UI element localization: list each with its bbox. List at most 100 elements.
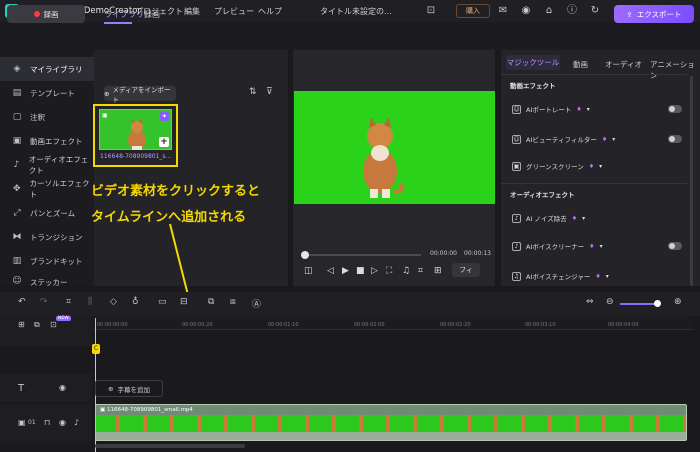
filter-icon[interactable]: ⊽ — [266, 87, 273, 97]
text-box-icon[interactable]: ⊟ — [180, 297, 188, 307]
tool-icon: ☺ — [512, 104, 521, 114]
step-forward-icon[interactable]: ▷ — [371, 266, 378, 276]
magic-tool-item[interactable]: ☺ AIポートレート ♦ ▾ — [512, 103, 590, 115]
split-icon[interactable]: ⫼ — [88, 297, 92, 307]
fit-dropdown[interactable]: フィ — [452, 263, 480, 277]
volume-icon[interactable]: ♫ — [402, 266, 410, 276]
play-icon[interactable]: ▶ — [342, 266, 349, 276]
undo-icon[interactable]: ↶ — [18, 297, 26, 307]
action-bar — [0, 22, 700, 50]
right-panel-scrollbar[interactable] — [690, 76, 693, 286]
zoom-in-icon[interactable]: ⊕ — [674, 297, 682, 307]
redo-icon[interactable]: ↷ — [40, 297, 48, 307]
transition-icon: ⧓ — [12, 231, 22, 242]
media-clip-thumbnail[interactable]: ▣ ✦ + 116648-708909801_s... — [93, 104, 178, 167]
tool-label: AIポートレート — [526, 106, 572, 114]
zoom-out-icon[interactable]: ⊖ — [606, 297, 614, 307]
chevron-down-icon[interactable]: ▾ — [600, 243, 603, 250]
settings-icon[interactable]: ⊞ — [434, 266, 442, 276]
video-clip[interactable]: ▣ 116648-708909801_small.mp4 — [95, 404, 687, 441]
sort-icon[interactable]: ⇅ — [249, 87, 257, 97]
sidebar-item-label: 注釈 — [30, 112, 45, 122]
magic-tool-item[interactable]: ▣ グリーンスクリーン ♦ ▾ — [512, 160, 602, 172]
screenshot-icon[interactable]: ⊡ — [424, 4, 438, 18]
add-track-icon[interactable]: ⊞ — [18, 320, 25, 329]
step-back-icon[interactable]: ◁ — [327, 266, 334, 276]
chevron-down-icon[interactable]: ▾ — [587, 106, 590, 113]
group-icon[interactable]: ⧉ — [208, 297, 214, 307]
sidebar-item-cursor-effect[interactable]: ✥ カーソルエフェクト — [0, 177, 94, 201]
chevron-down-icon[interactable]: ▾ — [599, 163, 602, 170]
ruler-tick-label: 00:00:00:20 — [182, 322, 213, 328]
sidebar-item-video-effect[interactable]: ▣ 動画エフェクト — [0, 129, 94, 153]
tab-divider — [501, 74, 687, 75]
ruler-tick-label: 00:00:02:20 — [440, 322, 471, 328]
chevron-down-icon[interactable]: ▾ — [612, 136, 615, 143]
auto-caption-icon[interactable]: Ⓐ — [252, 297, 261, 310]
tab-recordings[interactable]: 録画 — [144, 9, 160, 20]
tab-video[interactable]: 動画 — [573, 59, 588, 70]
info-icon[interactable]: ⓘ — [565, 4, 579, 18]
snapshot-icon[interactable]: ◫ — [304, 266, 313, 276]
timeline-scrollbar[interactable] — [95, 444, 245, 448]
feature-toggle[interactable] — [668, 242, 682, 250]
graduation-cap-icon[interactable]: ⌂ — [542, 4, 556, 18]
track-manager-icon[interactable]: ⧉ — [34, 320, 40, 330]
magic-tool-item[interactable]: ♫ AIボイスチェンジャー ♦ ▾ — [512, 270, 609, 282]
chevron-down-icon[interactable]: ▾ — [606, 273, 609, 280]
microphone-icon[interactable]: ♁ — [132, 297, 139, 307]
lock-icon[interactable]: ⊓ — [44, 418, 50, 427]
sidebar-item-annotation[interactable]: ▢ 注釈 — [0, 105, 94, 129]
preview-video[interactable] — [294, 91, 495, 204]
tab-magic-tools[interactable]: マジックツール — [506, 55, 560, 70]
sidebar-item-brand-kit[interactable]: ▥ ブランドキット — [0, 249, 94, 273]
import-media-button[interactable]: ⊕ メディアをインポート — [104, 86, 176, 104]
tool-label: グリーンスクリーン — [526, 163, 584, 171]
mail-icon[interactable]: ✉ — [496, 4, 510, 18]
export-button[interactable]: ⇪ エクスポート — [614, 5, 694, 23]
menu-preview[interactable]: プレビュー — [214, 6, 254, 17]
sidebar-item-pan-zoom[interactable]: ⤢ パンとズーム — [0, 201, 94, 225]
sidebar-item-audio-effect[interactable]: ♪ オーディオエフェクト — [0, 153, 94, 177]
tab-audio[interactable]: オーディオ — [605, 59, 642, 70]
playhead-marker[interactable]: C — [92, 344, 100, 354]
crop-tool-icon[interactable]: ⌗ — [66, 297, 71, 307]
track-visibility-icon[interactable]: ◉ — [59, 418, 66, 427]
visibility-icon[interactable]: ◉ — [59, 383, 66, 392]
fit-timeline-icon[interactable]: ⇔ — [586, 297, 594, 307]
stop-icon[interactable]: ■ — [356, 266, 365, 276]
shield-icon[interactable]: ◇ — [110, 297, 117, 307]
clip-name: 116648-708909801_s... — [100, 153, 172, 160]
track-volume-icon[interactable]: ♪ — [74, 418, 79, 427]
magic-tool-item[interactable]: ♪ AIボイスクリーナー ♦ ▾ — [512, 240, 603, 252]
magic-tool-item[interactable]: ♪ AI ノイズ除去 ♦ ▾ — [512, 212, 585, 224]
feature-toggle[interactable] — [668, 105, 682, 113]
fullscreen-icon[interactable]: ⛶ — [386, 266, 392, 276]
add-to-timeline-icon[interactable]: + — [159, 137, 169, 147]
chevron-down-icon[interactable]: ▾ — [582, 215, 585, 222]
ungroup-icon[interactable]: ⧈ — [230, 297, 236, 307]
buy-button[interactable]: 購入 — [456, 4, 490, 18]
feature-toggle[interactable] — [668, 135, 682, 143]
timeline-feature-icon[interactable]: ⊡ — [50, 320, 57, 329]
menu-edit[interactable]: 編集 — [184, 6, 200, 17]
audio-effects-heading: オーディオエフェクト — [510, 191, 575, 199]
zoom-slider-handle[interactable] — [654, 300, 661, 307]
sidebar-item-template[interactable]: ▤ テンプレート — [0, 81, 94, 105]
cursor-effect-icon: ✥ — [13, 183, 21, 194]
tab-library[interactable]: ライブラリ — [104, 9, 144, 20]
menu-help[interactable]: ヘルプ — [258, 6, 282, 17]
refresh-icon[interactable]: ↻ — [588, 4, 602, 18]
premium-gem-icon: ♦ — [601, 135, 608, 143]
account-icon[interactable]: ◉ — [519, 4, 533, 18]
add-subtitle-button[interactable]: ⊕ 字幕を追加 — [95, 380, 163, 397]
caption-icon[interactable]: ▭ — [158, 297, 167, 307]
seek-handle[interactable] — [301, 251, 309, 259]
sidebar-item-transition[interactable]: ⧓ トランジション — [0, 225, 94, 249]
sidebar-item-layers[interactable]: ◈ マイライブラリ — [0, 57, 94, 81]
record-button[interactable]: 録画 — [7, 5, 85, 23]
magic-tool-item[interactable]: ☺ AIビューティフィルター ♦ ▾ — [512, 133, 615, 145]
crop-icon[interactable]: ⌗ — [418, 266, 423, 276]
sidebar-item-sticker[interactable]: ☺ ステッカー — [0, 273, 94, 287]
seek-bar[interactable] — [301, 254, 421, 256]
